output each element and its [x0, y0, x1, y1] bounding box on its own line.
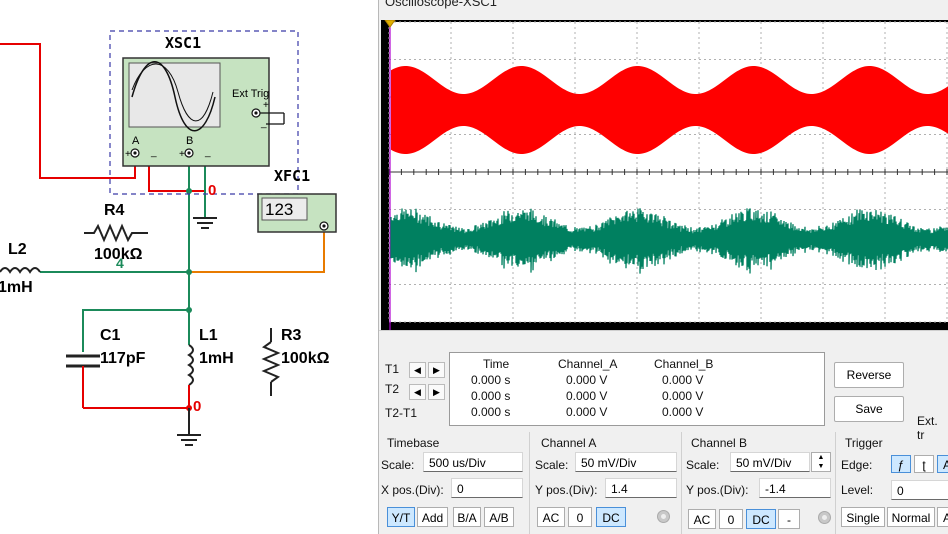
t2-channel-a: 0.000 V — [566, 389, 608, 403]
scope-traces — [384, 20, 948, 330]
channel-a-scale-label: Scale: — [535, 458, 569, 472]
mode-yt-button[interactable]: Y/T — [387, 507, 415, 527]
channel-b-header: Channel B — [691, 436, 748, 450]
l2-label: L2 — [8, 241, 27, 258]
channel-a-color-radio[interactable] — [657, 510, 670, 523]
wire-orange — [189, 228, 325, 273]
mode-add-button[interactable]: Add — [417, 507, 448, 527]
pin-a-label: A — [132, 135, 140, 147]
ext-trig-minus: _ — [261, 118, 267, 129]
timebase-header: Timebase — [387, 436, 440, 450]
l1-value: 1mH — [199, 350, 234, 367]
node-0-bottom-label: 0 — [193, 398, 202, 415]
pin-b-plus: + — [179, 149, 185, 160]
channel-a-ypos-label: Y pos.(Div): — [535, 483, 598, 497]
schematic-wires — [0, 30, 337, 446]
node-4-label: 4 — [116, 255, 124, 271]
channel-b-scale-label: Scale: — [686, 458, 720, 472]
t2-right-button[interactable]: ▶ — [428, 384, 445, 400]
mode-ba-button[interactable]: B/A — [453, 507, 481, 527]
channel-b-minus-button[interactable]: - — [778, 509, 800, 529]
t2-t1-label: T2-T1 — [385, 406, 418, 420]
l2-value: 1mH — [0, 279, 33, 296]
c1-label: C1 — [100, 327, 121, 344]
t1-right-button[interactable]: ▶ — [428, 362, 445, 378]
ext-trig-plus: + — [263, 100, 269, 111]
channel-a-dc-button[interactable]: DC — [596, 507, 626, 527]
wire-red-top — [0, 43, 136, 179]
channel-b-ypos-field[interactable]: -1.4 — [759, 478, 831, 498]
trigger-normal-button[interactable]: Normal — [887, 507, 935, 527]
header-channel-a: Channel_A — [558, 357, 618, 371]
save-button[interactable]: Save — [834, 396, 904, 422]
divider-channel-a — [681, 432, 682, 534]
reverse-button[interactable]: Reverse — [834, 362, 904, 388]
t2t1-channel-b: 0.000 V — [662, 405, 704, 419]
t1-time: 0.000 s — [471, 373, 511, 387]
channel-b-zero-button[interactable]: 0 — [719, 509, 743, 529]
channel-b-color-radio[interactable] — [818, 511, 831, 524]
channel-a-zero-button[interactable]: 0 — [568, 507, 592, 527]
t2t1-time: 0.000 s — [471, 405, 511, 419]
trigger-level-field[interactable]: 0 — [891, 480, 948, 500]
channel-a-header: Channel A — [541, 436, 597, 450]
trigger-header: Trigger — [845, 436, 883, 450]
trigger-falling-edge-button[interactable]: ʈ — [914, 455, 934, 473]
counter-display: 123 — [265, 200, 294, 219]
channel-b-ac-button[interactable]: AC — [688, 509, 716, 529]
t1-left-button[interactable]: ◀ — [409, 362, 426, 378]
t1-channel-b: 0.000 V — [662, 373, 704, 387]
t2-label: T2 — [385, 382, 400, 396]
channel-b-scale-spinner[interactable]: ▲ ▼ — [811, 452, 831, 472]
t2-left-button[interactable]: ◀ — [409, 384, 426, 400]
trigger-source-a-button[interactable]: A — [937, 455, 948, 473]
header-channel-b: Channel_B — [654, 357, 714, 371]
xsc1-label: XSC1 — [165, 34, 202, 52]
trigger-single-button[interactable]: Single — [841, 507, 885, 527]
divider-channel-b — [835, 432, 836, 534]
pin-a-plus: + — [125, 149, 131, 160]
ext-trigger-label: Ext. tr — [917, 414, 938, 442]
timebase-xpos-label: X pos.(Div): — [381, 483, 444, 497]
cursor-readout-table: Time Channel_A Channel_B 0.000 s 0.000 V… — [449, 352, 825, 426]
screen-scrollbar[interactable] — [379, 330, 948, 347]
schematic-canvas[interactable]: XSC1 Ext Trig + _ A B + _ + _ XFC1 123 R… — [0, 0, 378, 534]
header-time: Time — [483, 357, 510, 371]
timebase-scale-field[interactable]: 500 us/Div — [423, 452, 523, 472]
channel-a-ac-button[interactable]: AC — [537, 507, 565, 527]
oscilloscope-screen[interactable] — [381, 20, 948, 330]
oscilloscope-window: Oscilloscope-XSC1 T1 ◀ ▶ T2 ◀ ▶ T2-T1 Ti… — [378, 0, 948, 534]
window-title: Oscilloscope-XSC1 — [385, 0, 497, 9]
trigger-edge-label: Edge: — [841, 458, 873, 472]
node-0-top-label: 0 — [208, 182, 217, 199]
channel-a-ypos-field[interactable]: 1.4 — [605, 478, 677, 498]
xfc1-label: XFC1 — [274, 167, 311, 185]
divider-timebase — [529, 432, 530, 534]
r4-label: R4 — [104, 202, 125, 219]
t2-channel-b: 0.000 V — [662, 389, 704, 403]
trigger-rising-edge-button[interactable]: ƒ — [891, 455, 911, 473]
l1-label: L1 — [199, 327, 218, 344]
pin-b-label: B — [186, 135, 194, 147]
t2-time: 0.000 s — [471, 389, 511, 403]
pin-a-minus: _ — [151, 147, 157, 158]
mode-ab-button[interactable]: A/B — [484, 507, 514, 527]
r3-value: 100kΩ — [281, 350, 330, 367]
channel-b-scale-field[interactable]: 50 mV/Div — [730, 452, 810, 472]
channel-b-ypos-label: Y pos.(Div): — [686, 483, 749, 497]
c1-value: 117pF — [100, 350, 146, 367]
ext-trig-label: Ext Trig — [232, 88, 270, 100]
trigger-level-label: Level: — [841, 483, 874, 497]
t1-label: T1 — [385, 362, 400, 376]
channel-b-dc-button[interactable]: DC — [746, 509, 776, 529]
r3-label: R3 — [281, 327, 302, 344]
t1-channel-a: 0.000 V — [566, 373, 608, 387]
t2t1-channel-a: 0.000 V — [566, 405, 608, 419]
channel-a-scale-field[interactable]: 50 mV/Div — [575, 452, 677, 472]
pin-b-minus: _ — [205, 147, 211, 158]
timebase-xpos-field[interactable]: 0 — [451, 478, 523, 498]
trigger-auto-button[interactable]: A — [937, 507, 948, 527]
timebase-scale-label: Scale: — [381, 458, 415, 472]
